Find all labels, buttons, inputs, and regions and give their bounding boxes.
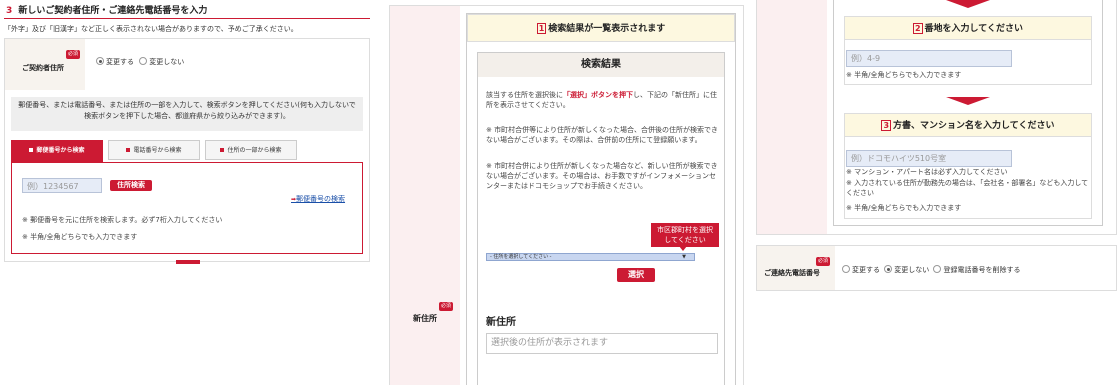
phone-radio-nochange-label: 変更しない: [894, 266, 930, 274]
notice-text: 「外字」及び「旧漢字」など正しく表示されない場合がありますので、予めご了承くださ…: [4, 25, 298, 33]
new-address-label: 新住所: [413, 314, 437, 323]
step2-title: 番地を入力してください: [924, 24, 1024, 34]
tab-label: 電話番号から検索: [133, 147, 182, 154]
phone-radio-change[interactable]: 変更する: [842, 265, 880, 274]
step-underline: [4, 18, 370, 19]
required-badge: 必須: [816, 257, 831, 266]
select-tooltip: 市区郡町村を選択してください: [651, 223, 719, 247]
results-description: 該当する住所を選択後に「選択」ボタンを押下し、下記の「新住所」に住所を表示させて…: [486, 90, 718, 110]
phone-radio-delete[interactable]: 登録電話番号を削除する: [933, 265, 1021, 274]
contract-address-label: ご契約者住所: [22, 64, 64, 72]
right-label-cell: [757, 0, 827, 234]
radio-nochange[interactable]: 変更しない: [139, 57, 185, 66]
right-panel: 2 番地を入力してください 例）4-9 ※ 半角/全角どちらでも入力できます 3方…: [756, 0, 1119, 385]
instructions-box: 郵便番号、または電話番号、または住所の一部を入力して、検索ボタンを押してください…: [11, 97, 363, 131]
tab-label: 住所の一部から検索: [227, 147, 282, 154]
step-arrow-2: [946, 97, 990, 105]
phone-radios: 変更する 変更しない 登録電話番号を削除する: [842, 265, 1020, 275]
new-address-display: 選択後の住所が表示されます: [486, 333, 718, 354]
step-number: 3: [6, 6, 13, 16]
radio-nochange-label: 変更しない: [149, 58, 185, 66]
radio-icon: [884, 265, 893, 273]
tab-label: 郵便番号から検索: [36, 147, 85, 154]
step-header: 3 新しいご契約者住所・ご連絡先電話番号を入力: [6, 3, 370, 17]
postal-note-1: ※ 郵便番号を元に住所を検索します。必ず7桁入力してください: [22, 216, 223, 224]
phone-radio-delete-label: 登録電話番号を削除する: [943, 266, 1021, 274]
merger-note-1: ※ 市町村合併等により住所が新しくなった場合、合併後の住所が検索できない場合がご…: [486, 126, 718, 144]
down-arrow: [176, 260, 200, 264]
step2-number: 2: [912, 23, 923, 34]
tab-postal[interactable]: 郵便番号から検索: [11, 140, 103, 162]
postal-note-2: ※ 半角/全角どちらでも入力できます: [22, 233, 138, 241]
desc-strong: 「選択」ボタンを押下: [563, 91, 633, 99]
building-note-2: ※ 入力されている住所が勤務先の場合は、「会社名・部署名」なども入力してください: [846, 179, 1089, 197]
step1-header: 1 検索結果が一覧表示されます: [467, 14, 735, 42]
building-note-3: ※ 半角/全角どちらでも入力できます: [846, 204, 962, 212]
postal-search-link[interactable]: ➡郵便番号の検索: [291, 194, 345, 204]
building-input[interactable]: 例）ドコモハイツ510号室: [846, 150, 1012, 167]
tab-phone[interactable]: 電話番号から検索: [108, 140, 200, 160]
banchi-note: ※ 半角/全角どちらでも入力できます: [846, 71, 962, 79]
new-address-label-cell: [390, 6, 460, 385]
radio-icon: [933, 265, 942, 273]
step2-header: 2 番地を入力してください: [844, 16, 1092, 40]
banchi-input[interactable]: 例）4-9: [846, 50, 1012, 67]
merger-note-2: ※ 市町村合併により住所が新しくなった場合など、新しい住所が検索できない場合がご…: [486, 162, 718, 190]
building-note-1: ※ マンション・アパート名は必ず入力してください: [846, 168, 1008, 176]
tab-partial-address[interactable]: 住所の一部から検索: [205, 140, 297, 160]
step-arrow-1: [946, 0, 990, 8]
step3-title: 方書、マンション名を入力してください: [893, 121, 1055, 131]
desc-prefix: 該当する住所を選択後に: [486, 91, 563, 99]
tab-marker-icon: [29, 148, 34, 152]
new-address-title: 新住所: [486, 317, 516, 328]
address-search-button[interactable]: 住所検索: [110, 180, 152, 191]
step-title: 新しいご契約者住所・ご連絡先電話番号を入力: [18, 6, 208, 16]
step1-number: 1: [536, 23, 547, 34]
radio-icon: [842, 265, 850, 273]
step1-title: 検索結果が一覧表示されます: [548, 24, 666, 34]
postal-code-input[interactable]: 例）1234567: [22, 178, 102, 193]
radio-change-label: 変更する: [106, 58, 134, 66]
tab-marker-icon: [220, 148, 225, 152]
postal-search-link-label: 郵便番号の検索: [296, 195, 346, 203]
radio-icon: [139, 57, 148, 65]
results-title: 検索結果: [478, 53, 724, 77]
tab-marker-icon: [126, 148, 131, 152]
address-select-value: - 住所を選択してください -: [490, 254, 552, 260]
step3-header: 3 方書、マンション名を入力してください: [844, 113, 1092, 137]
left-panel: 3 新しいご契約者住所・ご連絡先電話番号を入力 「外字」及び「旧漢字」など正しく…: [0, 0, 372, 385]
radio-icon: [96, 57, 104, 65]
phone-label: ご連絡先電話番号: [764, 269, 820, 277]
required-badge: 必須: [66, 50, 81, 59]
address-select[interactable]: - 住所を選択してください - ▼: [486, 253, 695, 261]
select-button[interactable]: 選択: [617, 268, 655, 282]
dropdown-arrow-icon: ▼: [682, 254, 686, 260]
tooltip-pointer: [679, 246, 687, 251]
phone-radio-change-label: 変更する: [852, 266, 880, 274]
middle-panel: 必須 新住所 1 検索結果が一覧表示されます 検索結果 該当する住所を選択後に「選…: [389, 0, 752, 385]
phone-radio-nochange[interactable]: 変更しない: [884, 265, 930, 274]
address-change-radios: 変更する 変更しない: [96, 57, 184, 67]
step3-number: 3: [881, 120, 892, 131]
radio-change[interactable]: 変更する: [96, 57, 134, 66]
required-badge: 必須: [439, 302, 454, 311]
